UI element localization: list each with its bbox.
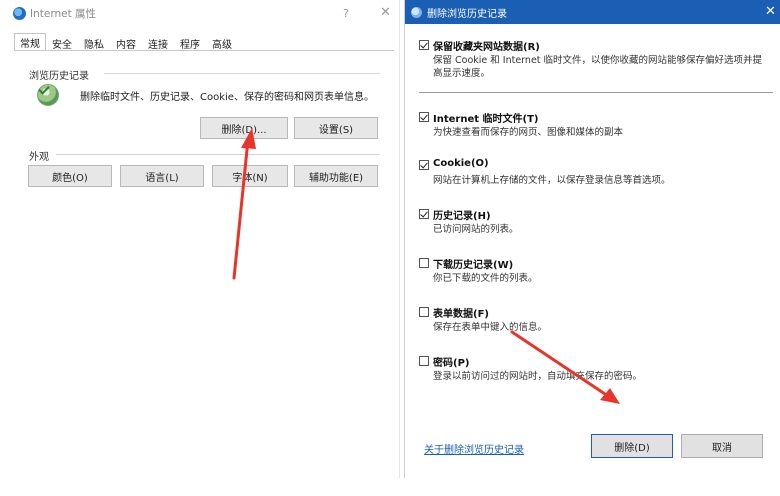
tab-content[interactable]: 内容 xyxy=(110,35,142,51)
option-description: 你已下载的文件的列表。 xyxy=(433,273,538,284)
tab-advanced[interactable]: 高级 xyxy=(206,35,238,51)
delete-button[interactable]: 删除(D) xyxy=(591,434,673,458)
title-bar: Internet 属性 ? ✕ xyxy=(0,0,400,26)
option-label: Cookie(O) xyxy=(433,158,489,169)
help-button[interactable]: ? xyxy=(343,7,349,20)
internet-properties-dialog: Internet 属性 ? ✕ 常规 安全 隐私 内容 连接 程序 高级 浏览历… xyxy=(0,0,400,478)
option-label: 历史记录(H) xyxy=(433,211,491,222)
languages-button[interactable]: 语言(L) xyxy=(120,165,204,187)
internet-explorer-icon xyxy=(411,6,422,18)
close-button[interactable]: ✕ xyxy=(380,5,391,20)
checkbox[interactable] xyxy=(419,356,429,366)
checkbox[interactable] xyxy=(419,40,429,50)
title-bar: 删除浏览历史记录 ✕ xyxy=(405,0,780,24)
tab-connections[interactable]: 连接 xyxy=(142,35,174,51)
accessibility-button[interactable]: 辅助功能(E) xyxy=(294,165,378,187)
history-settings-button[interactable]: 设置(S) xyxy=(294,117,378,139)
group-divider xyxy=(104,73,380,74)
option-label: 表单数据(F) xyxy=(433,309,489,320)
appearance-group-label: 外观 xyxy=(29,152,49,163)
tab-strip: 常规 安全 隐私 内容 连接 程序 高级 xyxy=(14,33,238,51)
option-label: Internet 临时文件(T) xyxy=(433,114,539,125)
delete-browsing-history-dialog: 删除浏览历史记录 ✕ 保留收藏夹网站数据(R) 保留 Cookie 和 Inte… xyxy=(404,0,780,478)
tab-privacy[interactable]: 隐私 xyxy=(78,35,110,51)
checkbox[interactable] xyxy=(419,307,429,317)
checkbox[interactable] xyxy=(419,209,429,219)
window-title: Internet 属性 xyxy=(30,7,97,20)
option-label: 下载历史记录(W) xyxy=(433,260,514,271)
colors-button[interactable]: 颜色(O) xyxy=(28,165,112,187)
option-description: 为快速查看而保存的网页、图像和媒体的副本 xyxy=(433,127,624,138)
tab-security[interactable]: 安全 xyxy=(46,35,78,51)
option-description: 保存在表单中键入的信息。 xyxy=(433,322,548,333)
cancel-button[interactable]: 取消 xyxy=(681,434,763,458)
option-description: 网站在计算机上存储的文件，以保存登录信息等首选项。 xyxy=(433,175,671,186)
option-description: 保留 Cookie 和 Internet 临时文件，以使你收藏的网站能够保存偏好… xyxy=(433,55,763,79)
option-label: 密码(P) xyxy=(433,358,470,369)
checkbox[interactable] xyxy=(419,258,429,268)
option-label: 保留收藏夹网站数据(R) xyxy=(433,42,540,53)
checkbox[interactable] xyxy=(419,112,429,122)
tab-general[interactable]: 常规 xyxy=(14,33,46,51)
tab-programs[interactable]: 程序 xyxy=(174,35,206,51)
close-button[interactable]: ✕ xyxy=(765,4,776,19)
dialog-title: 删除浏览历史记录 xyxy=(427,8,507,20)
separator xyxy=(419,92,773,93)
delete-history-button[interactable]: 删除(D)... xyxy=(200,117,288,139)
checkbox[interactable] xyxy=(419,160,429,170)
fonts-button[interactable]: 字体(N) xyxy=(212,165,288,187)
option-description: 已访问网站的列表。 xyxy=(433,224,519,235)
history-description: 删除临时文件、历史记录、Cookie、保存的密码和网页表单信息。 xyxy=(80,92,374,103)
about-delete-history-link[interactable]: 关于删除浏览历史记录 xyxy=(424,441,524,456)
tab-divider xyxy=(14,50,394,51)
group-divider xyxy=(56,154,380,155)
browsing-history-group-label: 浏览历史记录 xyxy=(29,71,89,82)
internet-explorer-icon xyxy=(13,6,26,20)
option-description: 登录以前访问过的网站时，自动填充保存的密码。 xyxy=(433,371,643,382)
